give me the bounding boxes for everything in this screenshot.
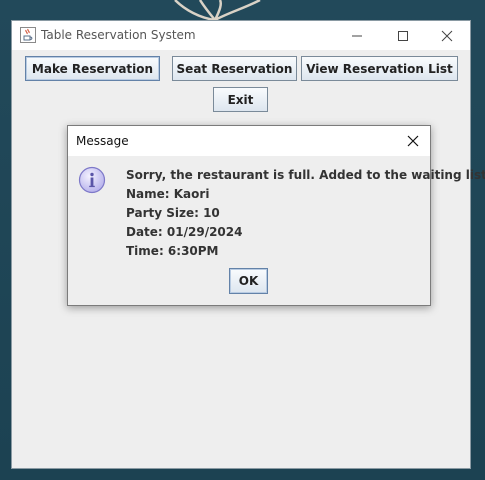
wallpaper-flower-decoration: [174, 0, 261, 22]
close-icon: [407, 135, 419, 147]
dialog-title-bar[interactable]: Message: [68, 126, 430, 156]
message-line-date: Date: 01/29/2024: [126, 225, 243, 239]
message-line-name: Name: Kaori: [126, 187, 210, 201]
ok-button[interactable]: OK: [229, 268, 268, 294]
maximize-icon: [398, 30, 408, 41]
minimize-button[interactable]: [334, 21, 380, 50]
title-bar[interactable]: Table Reservation System: [12, 21, 470, 50]
exit-button[interactable]: Exit: [213, 87, 268, 112]
maximize-button[interactable]: [380, 21, 426, 50]
dialog-title: Message: [76, 134, 129, 148]
minimize-icon: [352, 35, 362, 36]
message-dialog: Message Sorry, the restaurant is full. A…: [67, 125, 485, 306]
make-reservation-button[interactable]: Make Reservation: [25, 56, 160, 81]
dialog-close-button[interactable]: [398, 126, 428, 156]
java-cup-icon: [20, 27, 36, 43]
window-title: Table Reservation System: [41, 28, 196, 42]
message-line-status: Sorry, the restaurant is full. Added to …: [126, 168, 485, 182]
close-button[interactable]: [424, 21, 470, 50]
info-icon: [78, 166, 106, 194]
message-line-party-size: Party Size: 10: [126, 206, 220, 220]
view-reservation-list-button[interactable]: View Reservation List: [301, 56, 458, 81]
message-line-time: Time: 6:30PM: [126, 244, 219, 258]
close-icon: [441, 30, 453, 41]
seat-reservation-button[interactable]: Seat Reservation: [172, 56, 297, 81]
